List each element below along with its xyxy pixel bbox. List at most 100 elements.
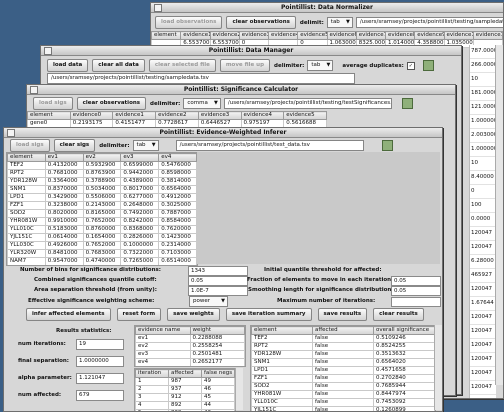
delimiter-select[interactable]: tab▼	[133, 140, 159, 151]
normalizer-column-header[interactable]: evidence6	[327, 32, 356, 40]
load-data-button[interactable]: load data	[47, 59, 88, 72]
weighting-scheme-select[interactable]: power▼	[189, 296, 228, 307]
results-scrollbar[interactable]	[434, 325, 442, 410]
delimiter-select[interactable]: tab▼	[327, 17, 353, 28]
normalizer-column-header[interactable]: element	[152, 32, 181, 40]
table-row[interactable]: YLL010C0.51830000.87600000.83680000.7620…	[8, 226, 197, 234]
table-row[interactable]: YLL030C0.49260000.76520000.10000000.2314…	[8, 242, 197, 250]
table-row[interactable]: YHR081W0.99100000.76520000.82420000.8584…	[8, 218, 197, 226]
table-row[interactable]: ev30.2501481	[136, 351, 245, 359]
normalizer-column-header[interactable]: evidence2	[210, 32, 239, 40]
results-column-header[interactable]: affected	[313, 327, 374, 335]
significance-column-header[interactable]: ev3	[121, 154, 159, 162]
load-sigs-button[interactable]: load sigs	[33, 97, 73, 110]
move-file-up-button[interactable]: move file up	[220, 59, 270, 72]
clear-observations-button[interactable]: clear observations	[226, 16, 295, 29]
table-row[interactable]: RPT20.76810000.87639000.94420000.8598000	[8, 170, 197, 178]
file-list-entry[interactable]: /users/sramsey/projects/pointillist/test…	[47, 73, 355, 84]
weights-column-header[interactable]: weight	[190, 327, 245, 335]
smoothing-field[interactable]: 0.05	[391, 286, 441, 296]
table-row[interactable]: 198749	[136, 378, 235, 386]
iterations-column-header[interactable]: affected	[169, 370, 202, 378]
table-row[interactable]: SOD20.80200000.81650000.74920000.7887000	[8, 210, 197, 218]
delimiter-select[interactable]: tab▼	[307, 60, 333, 71]
normalizer-column-header[interactable]: evidence1	[181, 32, 210, 40]
results-column-header[interactable]: element	[252, 327, 313, 335]
normalizer-column-header[interactable]: evidence4	[269, 32, 298, 40]
clear-results-button[interactable]: clear results	[373, 308, 424, 321]
significance-column-header[interactable]: ev2	[83, 154, 121, 162]
table-row[interactable]: YLL010Cfalse0.7453092	[252, 399, 435, 407]
normalizer-column-header[interactable]: evidence3	[239, 32, 268, 40]
table-row[interactable]: YJL151C0.06140000.16540000.28260000.1423…	[8, 234, 197, 242]
close-icon[interactable]	[7, 129, 15, 137]
normalizer-titlebar[interactable]: Pointillist: Data Normalizer	[151, 3, 503, 13]
save-weights-button[interactable]: save weights	[167, 308, 220, 321]
calculator-column-header[interactable]: evidence0	[70, 112, 113, 120]
refresh-icon[interactable]	[423, 60, 434, 71]
table-row[interactable]: TEF20.41320000.59329000.65990000.5476000	[8, 162, 197, 170]
normalizer-column-header[interactable]: evidence9	[415, 32, 444, 40]
save-results-button[interactable]: save results	[318, 308, 368, 321]
results-column-header[interactable]: overall significance	[374, 327, 435, 335]
table-row[interactable]: LPD10.34290000.55060000.62770000.4912000	[8, 194, 197, 202]
table-row[interactable]: YDR128Wfalse0.3513632	[252, 351, 435, 359]
table-row[interactable]: 391245	[136, 394, 235, 402]
calculator-column-header[interactable]: evidence1	[113, 112, 156, 120]
clear-selected-file-button[interactable]: clear selected file	[149, 59, 216, 72]
file-path-field[interactable]: /users/sramsey/projects/pointillist/test…	[176, 140, 364, 151]
calculator-column-header[interactable]: evidence3	[198, 112, 241, 120]
normalizer-column-header[interactable]: evidence11	[473, 32, 502, 40]
table-row[interactable]: ev20.2558254	[136, 343, 245, 351]
file-path-field[interactable]: /users/sramsey/projects/pointillist/test…	[356, 17, 504, 28]
normalizer-column-header[interactable]: evidence10	[444, 32, 473, 40]
table-row[interactable]: 293746	[136, 386, 235, 394]
refresh-icon[interactable]	[402, 98, 413, 109]
iterations-table[interactable]: iterationaffectedfalse negs 198749293746…	[135, 369, 235, 412]
table-row[interactable]: ev40.2652177	[136, 359, 245, 367]
reset-form-button[interactable]: reset form	[117, 308, 162, 321]
table-row[interactable]: ev10.2288088	[136, 335, 245, 343]
table-row[interactable]: LPD1false0.4571658	[252, 367, 435, 375]
infer-affected-elements-button[interactable]: infer affected elements	[26, 308, 111, 321]
table-row[interactable]: FZF1false0.2702840	[252, 375, 435, 383]
significance-column-header[interactable]: element	[8, 154, 46, 162]
results-table[interactable]: elementaffectedoverall significance TEF2…	[251, 326, 435, 412]
clear-sigs-button[interactable]: clear sigs	[54, 139, 96, 152]
normalizer-column-header[interactable]: evidence5	[298, 32, 327, 40]
table-row[interactable]: YDR128W0.33640000.37889000.43890000.3814…	[8, 178, 197, 186]
table-row[interactable]: NAM70.95470000.47400000.72650000.6514000	[8, 258, 197, 266]
iterations-column-header[interactable]: false negs	[202, 370, 235, 378]
iterations-scrollbar[interactable]	[235, 368, 243, 410]
clear-all-data-button[interactable]: clear all data	[92, 59, 145, 72]
weights-table[interactable]: evidence nameweight ev10.2288088ev20.255…	[135, 326, 245, 367]
table-row[interactable]: YLR320W0.84810000.76830000.73220000.7103…	[8, 250, 197, 258]
bins-field[interactable]: 1343	[188, 266, 248, 276]
calculator-table[interactable]: elementevidence0evidence1evidence2eviden…	[27, 111, 327, 128]
close-icon[interactable]	[30, 86, 38, 94]
file-path-field[interactable]: /users/sramsey/projects/pointillist/test…	[224, 98, 392, 109]
normalizer-column-header[interactable]: evidence8	[386, 32, 415, 40]
save-iteration-summary-button[interactable]: save iteration summary	[226, 308, 312, 321]
refresh-icon[interactable]	[382, 140, 393, 151]
load-sigs-button[interactable]: load sigs	[10, 139, 50, 152]
iterations-column-header[interactable]: iteration	[136, 370, 169, 378]
table-row[interactable]: RPT2false0.8524255	[252, 343, 435, 351]
calculator-column-header[interactable]: element	[28, 112, 71, 120]
average-duplicates-checkbox[interactable]: ✓	[407, 62, 415, 70]
table-row[interactable]: MET40.10000000.10000000.10000000.1000000	[8, 266, 197, 267]
table-row[interactable]: TEF2false0.5109246	[252, 335, 435, 343]
table-row[interactable]: 489244	[136, 402, 235, 410]
area-threshold-field[interactable]: 1.0E-7	[188, 286, 248, 296]
calculator-column-header[interactable]: evidence4	[241, 112, 284, 120]
fraction-field[interactable]: 0.05	[391, 276, 441, 286]
close-icon[interactable]	[154, 4, 162, 12]
table-row[interactable]: SOD2false0.7685944	[252, 383, 435, 391]
delimiter-select[interactable]: comma▼	[183, 98, 220, 109]
weights-column-header[interactable]: evidence name	[136, 327, 191, 335]
normalizer-scrollbar[interactable]	[495, 45, 503, 385]
significance-column-header[interactable]: ev1	[45, 154, 83, 162]
table-row[interactable]: YHR081Wfalse0.8447974	[252, 391, 435, 399]
combined-cutoff-field[interactable]: 0.05	[188, 276, 248, 286]
table-row[interactable]: SNM10.83700000.50340000.80170000.6564000	[8, 186, 197, 194]
